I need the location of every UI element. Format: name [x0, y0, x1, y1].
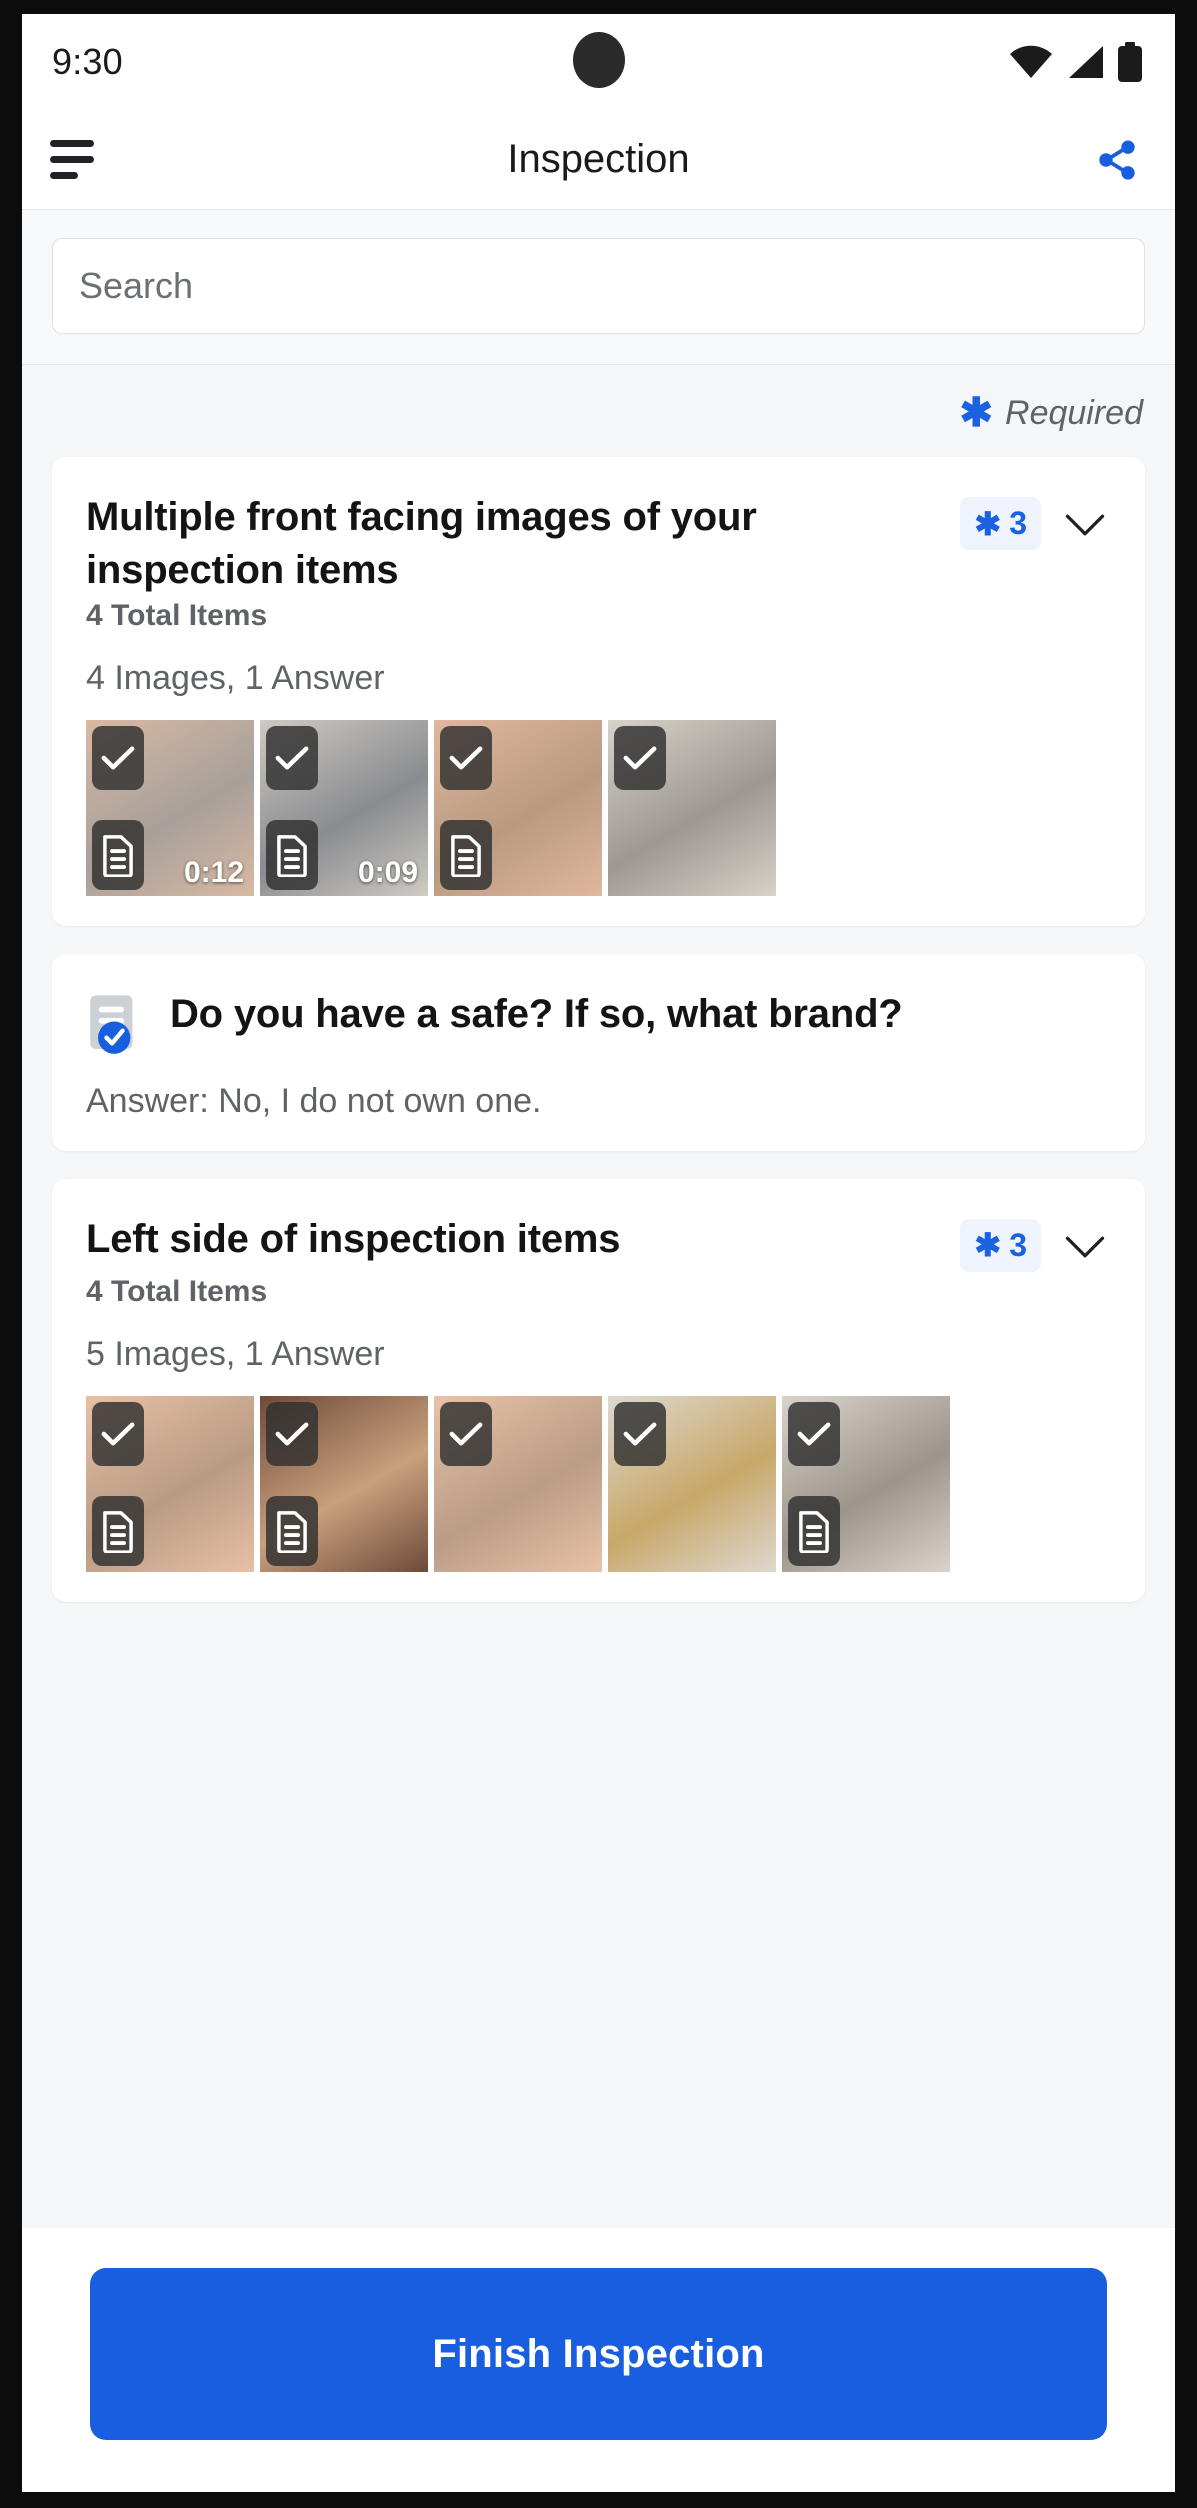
inspection-card[interactable]: Multiple front facing images of your ins…: [52, 457, 1145, 926]
card-subtitle: 4 Total Items: [86, 1274, 268, 1308]
status-bar: 9:30: [22, 14, 1175, 110]
selected-check-icon[interactable]: [92, 725, 144, 790]
selected-check-icon[interactable]: [614, 1401, 666, 1466]
card-title: Multiple front facing images of your ins…: [86, 495, 757, 592]
front-camera-punch-hole: [572, 32, 625, 88]
inspection-list[interactable]: ✱ Required Multiple front facing images …: [22, 365, 1175, 2295]
asterisk-icon: ✱: [959, 391, 994, 435]
required-count: 3: [1009, 505, 1027, 541]
thumbnail[interactable]: [608, 719, 776, 896]
selected-check-icon[interactable]: [440, 1401, 492, 1466]
device-screen: 9:30 Inspection Search ✱ Required Multip…: [22, 14, 1175, 2492]
bottom-action-bar: Finish Inspection: [22, 2228, 1175, 2492]
required-count-badge: ✱ 3: [960, 497, 1041, 550]
app-bar: Inspection: [22, 110, 1175, 210]
question-title: Do you have a safe? If so, what brand?: [170, 991, 903, 1036]
question-header: Do you have a safe? If so, what brand?: [86, 988, 1111, 1056]
required-legend: ✱ Required: [22, 365, 1175, 457]
note-document-icon[interactable]: [92, 1495, 144, 1566]
menu-line: [50, 140, 94, 147]
finish-inspection-button[interactable]: Finish Inspection: [90, 2268, 1107, 2440]
thumbnail-row[interactable]: 0:12 0:09: [86, 719, 1111, 896]
menu-line: [50, 172, 78, 179]
thumbnail-row[interactable]: [86, 1395, 1111, 1572]
card-header: Left side of inspection items ✱ 3: [86, 1213, 1111, 1273]
chevron-down-icon[interactable]: [1059, 499, 1111, 551]
asterisk-icon: ✱: [974, 1227, 1002, 1264]
thumbnail[interactable]: [86, 1395, 254, 1572]
card-subtitle: 4 Total Items: [86, 598, 268, 632]
document-check-icon: [86, 994, 148, 1056]
status-time: 9:30: [52, 41, 123, 82]
note-document-icon[interactable]: [266, 1495, 318, 1566]
required-legend-label: Required: [1005, 393, 1143, 432]
menu-line: [50, 156, 94, 163]
search-input[interactable]: [52, 238, 1145, 334]
selected-check-icon[interactable]: [614, 725, 666, 790]
selected-check-icon[interactable]: [92, 1401, 144, 1466]
thumbnail[interactable]: 0:09: [260, 719, 428, 896]
thumbnail[interactable]: [608, 1395, 776, 1572]
asterisk-icon: ✱: [974, 505, 1002, 542]
note-document-icon[interactable]: [440, 819, 492, 890]
question-answer: Answer: No, I do not own one.: [86, 1081, 542, 1120]
required-count-badge: ✱ 3: [960, 1218, 1041, 1272]
thumbnail[interactable]: [782, 1395, 950, 1572]
selected-check-icon[interactable]: [266, 725, 318, 790]
inspection-card[interactable]: Left side of inspection items ✱ 3 4 Tota…: [52, 1178, 1145, 1602]
card-meta: 4 Images, 1 Answer: [86, 658, 385, 697]
battery-icon: [1118, 42, 1142, 82]
note-document-icon[interactable]: [92, 819, 144, 890]
thumbnail[interactable]: [434, 719, 602, 896]
required-count: 3: [1009, 1226, 1027, 1263]
wifi-icon: [1010, 45, 1052, 78]
selected-check-icon[interactable]: [788, 1401, 840, 1466]
search-section: [22, 210, 1175, 365]
status-icon-group: [1009, 42, 1143, 82]
selected-check-icon[interactable]: [440, 725, 492, 790]
device-frame: 9:30 Inspection Search ✱ Required Multip…: [0, 0, 1197, 2508]
card-meta: 5 Images, 1 Answer: [86, 1334, 385, 1373]
thumbnail[interactable]: [260, 1395, 428, 1572]
note-document-icon[interactable]: [788, 1495, 840, 1566]
thumbnail[interactable]: 0:12: [86, 719, 254, 896]
thumbnail[interactable]: [434, 1395, 602, 1572]
chevron-down-icon[interactable]: [1059, 1221, 1111, 1273]
question-card[interactable]: Do you have a safe? If so, what brand? A…: [52, 953, 1145, 1151]
cellular-signal-icon: [1069, 46, 1103, 78]
card-title: Left side of inspection items: [86, 1216, 621, 1261]
thumbnail-duration: 0:12: [183, 855, 244, 889]
card-header: Multiple front facing images of your ins…: [86, 491, 1111, 597]
hamburger-menu-icon[interactable]: [50, 129, 112, 191]
share-icon[interactable]: [1089, 132, 1145, 188]
page-title: Inspection: [507, 137, 690, 181]
selected-check-icon[interactable]: [266, 1401, 318, 1466]
thumbnail-duration: 0:09: [357, 855, 418, 889]
note-document-icon[interactable]: [266, 819, 318, 890]
